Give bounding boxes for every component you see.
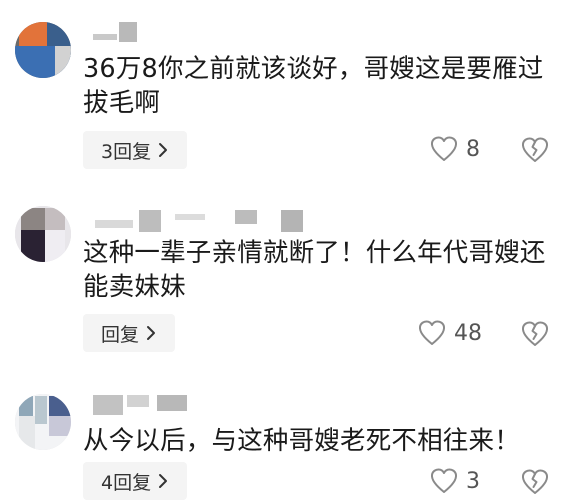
heart-outline-icon: [430, 136, 458, 161]
like-count: 8: [466, 136, 480, 162]
chevron-right-icon: [159, 474, 168, 488]
chevron-right-icon: [147, 326, 156, 340]
avatar[interactable]: [15, 22, 71, 78]
like-button[interactable]: 3: [430, 468, 480, 494]
broken-heart-icon[interactable]: [521, 468, 549, 496]
reply-button[interactable]: 4回复: [83, 462, 188, 500]
heart-outline-icon: [418, 320, 446, 345]
reply-label: 回复: [101, 323, 140, 346]
comment-text: 从今以后，与这种哥嫂老死不相往来！: [83, 426, 520, 456]
like-count: 3: [466, 468, 480, 494]
comment-item: 从今以后，与这种哥嫂老死不相往来！ 4回复 3: [0, 370, 583, 500]
comment-item: 36万8你之前就该谈好，哥嫂这是要雁过拔毛啊 3回复 8: [0, 0, 583, 180]
like-button[interactable]: 48: [418, 320, 482, 346]
reply-label: 4回复: [101, 471, 152, 494]
avatar[interactable]: [15, 394, 71, 450]
username-masked[interactable]: [93, 395, 193, 415]
like-count: 48: [454, 320, 482, 346]
username-masked[interactable]: [93, 22, 143, 42]
reply-label: 3回复: [101, 140, 152, 163]
reply-button[interactable]: 回复: [83, 314, 176, 352]
chevron-right-icon: [159, 143, 168, 157]
username-masked[interactable]: [95, 210, 305, 232]
avatar[interactable]: [15, 206, 71, 262]
heart-outline-icon: [430, 468, 458, 493]
broken-heart-icon[interactable]: [521, 320, 549, 348]
comment-text: 36万8你之前就该谈好，哥嫂这是要雁过拔毛啊: [83, 54, 544, 118]
like-button[interactable]: 8: [430, 136, 480, 162]
comment-item: 这种一辈子亲情就断了！什么年代哥嫂还能卖妹妹 回复 48: [0, 180, 583, 370]
reply-button[interactable]: 3回复: [83, 131, 188, 169]
broken-heart-icon[interactable]: [521, 136, 549, 164]
comment-text: 这种一辈子亲情就断了！什么年代哥嫂还能卖妹妹: [83, 238, 546, 302]
